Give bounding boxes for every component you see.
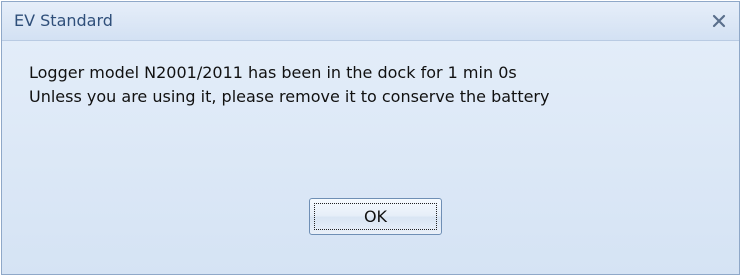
message-line-1: Logger model N2001/2011 has been in the … <box>29 63 517 82</box>
close-button[interactable] <box>707 9 731 33</box>
title-bar[interactable]: EV Standard <box>2 2 739 41</box>
message-dialog: EV Standard Logger model N2001/2011 has … <box>1 1 740 275</box>
dialog-body: Logger model N2001/2011 has been in the … <box>2 41 739 274</box>
ok-button[interactable]: OK <box>309 198 442 235</box>
message-text: Logger model N2001/2011 has been in the … <box>29 61 549 109</box>
ok-button-label: OK <box>363 207 388 226</box>
close-icon <box>712 14 726 28</box>
dialog-title: EV Standard <box>14 11 113 30</box>
message-line-2: Unless you are using it, please remove i… <box>29 87 550 106</box>
